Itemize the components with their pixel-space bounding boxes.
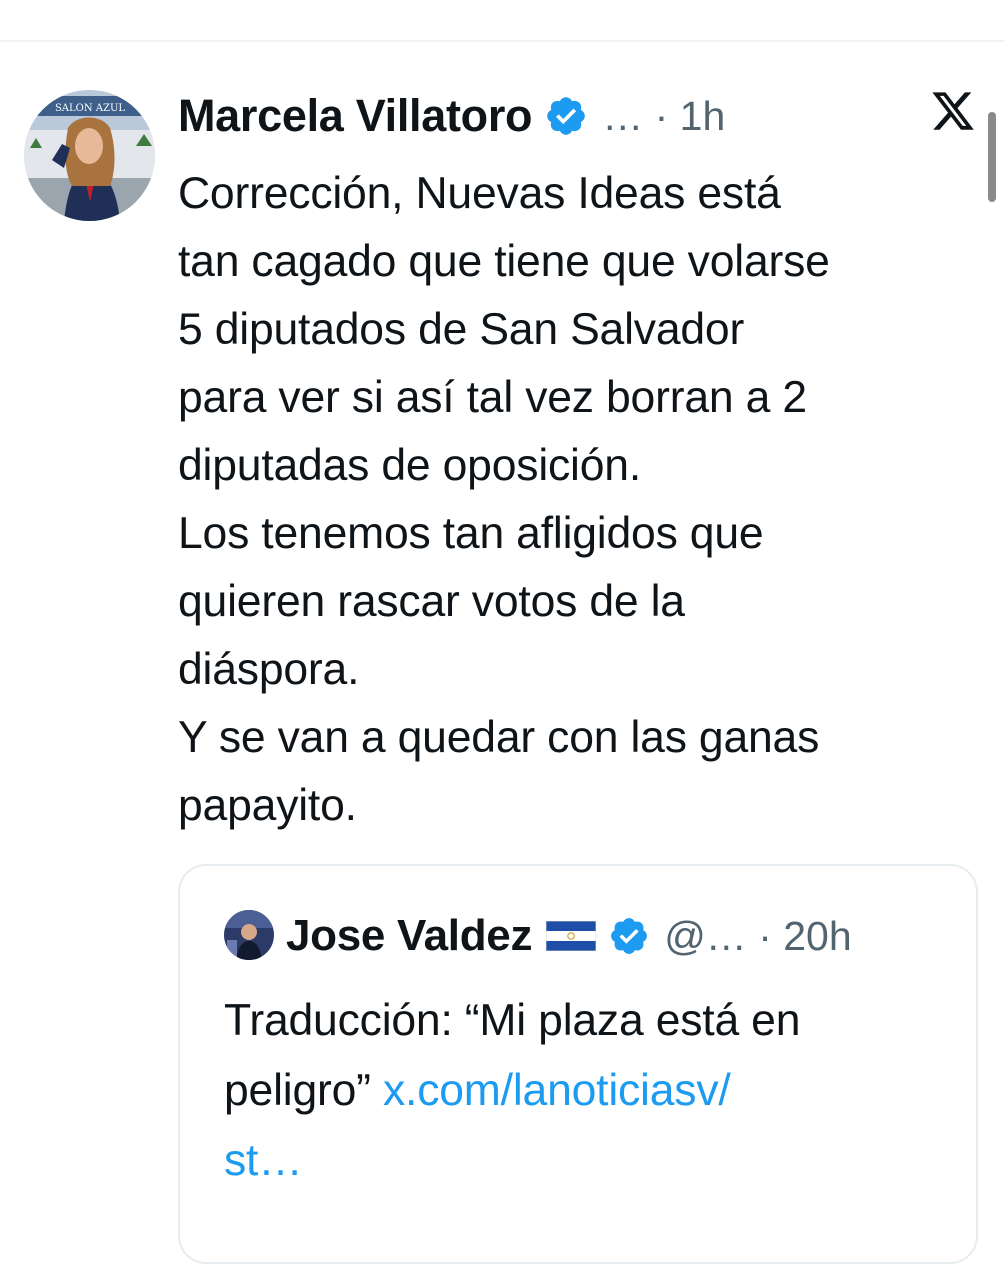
tweet-body-line: Los tenemos tan afligidos que bbox=[178, 509, 764, 558]
author-avatar[interactable]: SALON AZUL bbox=[24, 90, 155, 221]
quoted-tweet[interactable]: Jose Valdez @… · 20h Traducción: “Mi pla… bbox=[178, 864, 978, 1264]
tweet-body-line: tan cagado que tiene que volarse bbox=[178, 237, 830, 286]
tweet-meta: … · 1h bbox=[602, 92, 726, 139]
tweet-body-line: papayito. bbox=[178, 781, 357, 830]
quoted-text-segment: peligro” bbox=[224, 1066, 383, 1115]
tweet-body-line: quieren rascar votos de la bbox=[178, 577, 685, 626]
quoted-text-line: peligro” x.com/lanoticiasv/ bbox=[224, 1056, 964, 1126]
tweet-body-line: diputadas de oposición. bbox=[178, 441, 641, 490]
el-salvador-flag-icon bbox=[546, 921, 597, 951]
quoted-text-line: st… bbox=[224, 1126, 964, 1196]
quoted-avatar-photo bbox=[224, 910, 274, 960]
quoted-tweet-text: Traducción: “Mi plaza está en peligro” x… bbox=[224, 986, 964, 1196]
x-logo-icon[interactable] bbox=[930, 88, 976, 134]
quoted-link-continuation[interactable]: st… bbox=[224, 1136, 303, 1185]
tweet-body-line: para ver si así tal vez borran a 2 bbox=[178, 373, 807, 422]
tweet-body-line: diáspora. bbox=[178, 645, 360, 694]
avatar-photo: SALON AZUL bbox=[24, 90, 155, 221]
quoted-verified-badge-icon bbox=[611, 918, 648, 954]
tweet-body-line: Y se van a quedar con las ganas bbox=[178, 713, 820, 762]
tweet-card: SALON AZUL Marcela Villatoro … · 1h Corr… bbox=[0, 0, 1004, 1264]
author-display-name[interactable]: Marcela Villatoro bbox=[178, 90, 533, 142]
quoted-tweet-meta: @… · 20h bbox=[664, 912, 852, 959]
quoted-text-line: Traducción: “Mi plaza está en bbox=[224, 996, 801, 1045]
quoted-author-avatar[interactable] bbox=[224, 910, 274, 960]
quoted-tweet-header: Jose Valdez @… · 20h bbox=[286, 906, 852, 966]
tweet-body-line: Corrección, Nuevas Ideas está bbox=[178, 169, 781, 218]
tweet-body: Corrección, Nuevas Ideas está tan cagado… bbox=[178, 160, 978, 840]
verified-badge-icon bbox=[547, 97, 586, 135]
avatar-sign-text: SALON AZUL bbox=[55, 103, 125, 114]
quoted-author-display-name[interactable]: Jose Valdez bbox=[286, 911, 532, 961]
scrollbar[interactable] bbox=[988, 112, 996, 202]
quoted-link[interactable]: x.com/lanoticiasv/ bbox=[383, 1066, 731, 1115]
tweet-header: Marcela Villatoro … · 1h bbox=[178, 84, 725, 148]
tweet-body-line: 5 diputados de San Salvador bbox=[178, 305, 745, 354]
